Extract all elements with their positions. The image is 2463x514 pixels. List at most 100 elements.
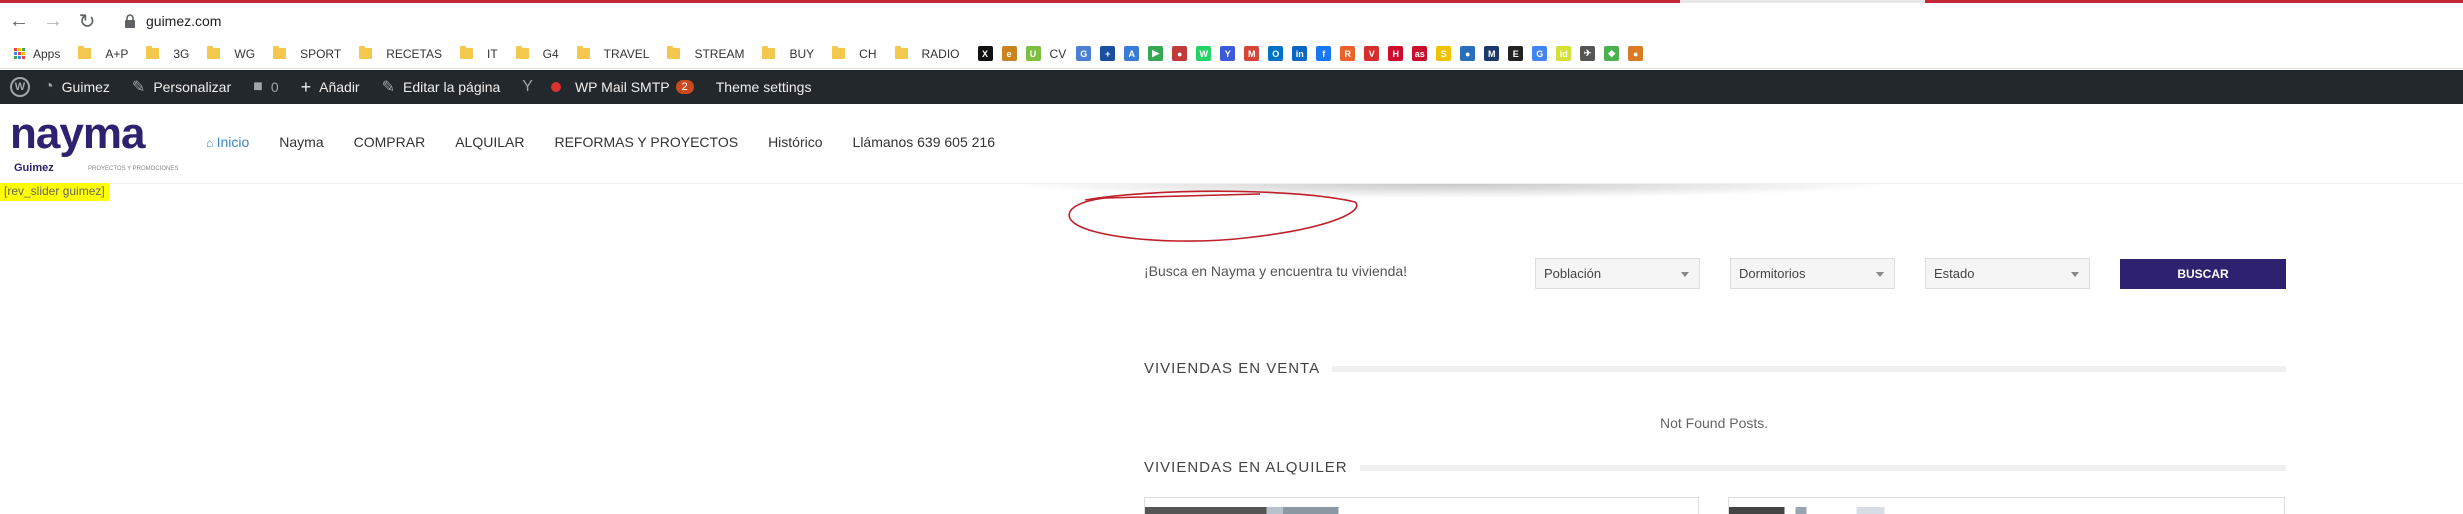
bookmark-folder[interactable]: 3G [146,46,190,61]
bookmark-folder[interactable]: RADIO [894,46,960,61]
bookmark-favicon[interactable]: M [1244,46,1268,61]
bookmark-favicon[interactable]: O [1268,46,1292,61]
bookmark-favicon[interactable]: M [1484,46,1508,61]
theme-settings-link[interactable]: Theme settings [716,79,812,95]
yoast-icon: Y [522,78,533,95]
poblacion-select[interactable]: Población [1535,258,1700,289]
wordpress-logo-icon[interactable]: W [10,77,30,97]
search-intro-text: ¡Busca en Nayma y encuentra tu vivienda! [1144,263,1408,279]
favicon-icon: e [1001,46,1017,61]
admin-edit-page-label: Editar la página [403,79,501,95]
wp-mail-smtp-link[interactable]: WP Mail SMTP 2 [575,79,694,95]
admin-site-link[interactable]: ◔ Guimez [44,78,110,96]
chevron-down-icon [1681,272,1689,277]
bookmark-favicon[interactable]: as [1412,46,1436,61]
dormitorios-select-value: Dormitorios [1739,266,1806,281]
admin-comments-link[interactable]: ■ 0 [253,78,278,96]
bookmark-favicon[interactable]: ● [1172,46,1196,61]
brush-icon: ✎ [131,79,146,96]
bookmark-favicon[interactable]: ● [1628,46,1652,61]
lock-icon [125,14,135,28]
bookmark-favicon[interactable]: V [1364,46,1388,61]
site-logo[interactable]: nayma Guimez PROYECTOS Y PROMOCIONES [10,112,185,182]
theme-settings-label: Theme settings [715,79,812,95]
not-found-message: Not Found Posts. [1660,415,1769,431]
bookmark-favicon[interactable]: id [1556,46,1580,61]
yoast-seo-link[interactable]: Y [522,78,541,96]
bookmark-label: 3G [173,46,190,61]
bookmark-favicon[interactable]: e [1001,46,1026,61]
bookmark-favicon[interactable]: H [1388,46,1412,61]
nav-item[interactable]: COMPRAR [354,134,426,150]
nav-item-label: Nayma [279,134,324,150]
bookmark-folder[interactable]: STREAM [667,46,745,61]
listing-card[interactable] [1728,497,2285,514]
bookmark-favicon[interactable]: W [1196,46,1220,61]
nav-item[interactable]: REFORMAS Y PROYECTOS [554,134,738,150]
address-bar[interactable]: guimez.com [124,13,221,29]
red-annotation-oval [1068,190,1358,242]
bookmark-folder[interactable]: WG [207,46,255,61]
nav-item[interactable]: Llámanos 639 605 216 [853,134,995,150]
favicon-icon: M [1244,46,1260,61]
admin-customize-label: Personalizar [153,79,232,95]
bookmark-folder[interactable]: G4 [515,46,559,61]
bookmark-folder[interactable]: RECETAS [359,46,442,61]
admin-edit-page-link[interactable]: ✎ Editar la página [382,77,501,97]
wp-mail-badge: 2 [675,80,694,94]
forward-arrow-icon[interactable]: → [38,6,68,36]
section-title-venta: VIVIENDAS EN VENTA [1144,360,2286,377]
bookmark-favicon[interactable]: G [1532,46,1556,61]
nav-item[interactable]: ALQUILAR [455,134,524,150]
bookmark-folder[interactable]: A+P [78,46,128,61]
poblacion-select-value: Población [1544,266,1602,281]
folder-icon [207,46,221,59]
bookmark-folder[interactable]: BUY [762,46,815,61]
admin-new-link[interactable]: + Añadir [301,77,360,98]
bookmark-folder[interactable]: TRAVEL [576,46,649,61]
section-title-alquiler-text: VIVIENDAS EN ALQUILER [1144,459,1348,476]
bookmark-favicon[interactable]: ◆ [1604,46,1628,61]
bookmark-label: SPORT [300,46,342,61]
dormitorios-select[interactable]: Dormitorios [1730,258,1895,289]
home-icon: ⌂ [206,136,217,150]
favicon-icon: O [1268,46,1284,61]
bookmark-favicon[interactable]: in [1292,46,1316,61]
bookmark-folder[interactable]: IT [459,46,498,61]
bookmark-favicon[interactable]: S [1436,46,1460,61]
favicon-icon: V [1364,46,1380,61]
bookmark-favicon[interactable]: E [1508,46,1532,61]
favicon-icon: ● [1172,46,1188,61]
favicon-icon: id [1556,46,1572,61]
bookmark-favicon[interactable]: ▶ [1148,46,1172,61]
bookmark-favicon[interactable]: R [1340,46,1364,61]
nav-item[interactable]: Histórico [768,134,822,150]
bookmark-favicon[interactable]: G [1076,46,1100,61]
bookmark-label: BUY [789,46,815,61]
listing-card[interactable] [1144,497,1699,514]
bookmark-apps[interactable]: Apps [14,47,60,61]
bookmark-folder[interactable]: CH [832,46,877,61]
bookmark-favicon[interactable]: U CV [1025,46,1077,61]
nav-item[interactable]: ⌂ Inicio [206,134,249,150]
site-header: nayma Guimez PROYECTOS Y PROMOCIONES ⌂ I… [0,104,2463,184]
buscar-button[interactable]: BUSCAR [2120,259,2286,289]
favicon-icon: W [1196,46,1212,61]
bookmark-favicon[interactable]: f [1316,46,1340,61]
bookmark-favicon[interactable]: A [1124,46,1148,61]
bookmark-favicon[interactable]: Y [1220,46,1244,61]
back-arrow-icon[interactable]: ← [4,6,34,36]
admin-customize-link[interactable]: ✎ Personalizar [132,77,231,97]
bookmark-label: STREAM [694,46,745,61]
wp-mail-smtp-label: WP Mail SMTP [574,79,670,95]
bookmark-favicon[interactable]: ● [1460,46,1484,61]
estado-select[interactable]: Estado [1925,258,2090,289]
bookmark-favicon[interactable]: + [1100,46,1124,61]
bookmark-favicon[interactable]: X [977,46,1002,61]
bookmark-favicon[interactable]: ✈ [1580,46,1604,61]
nav-item[interactable]: Nayma [279,134,323,150]
reload-icon[interactable]: ↻ [72,6,102,36]
nav-item-label: Inicio [216,134,250,150]
bookmark-folder[interactable]: SPORT [273,46,342,61]
nav-item-label: REFORMAS Y PROYECTOS [554,134,739,150]
